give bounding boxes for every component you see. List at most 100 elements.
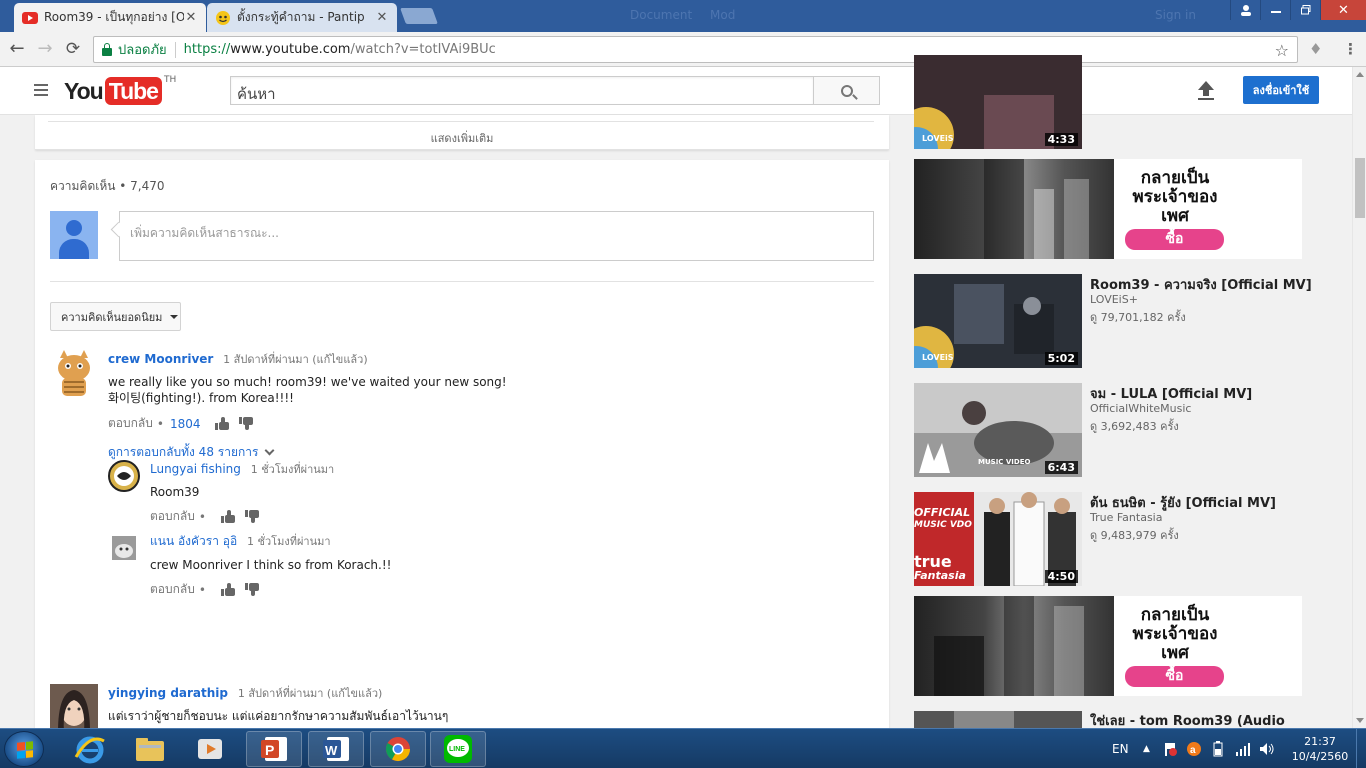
thumbs-up-icon[interactable] [220, 510, 235, 523]
thumbnail-overlay-text: MUSIC VIDEO [978, 458, 1031, 466]
avast-icon[interactable]: a [1186, 729, 1202, 768]
youtube-logo[interactable]: You Tube TH [64, 75, 177, 105]
tab-title: Room39 - เป็นทุกอย่าง [Offi [44, 10, 184, 24]
thumbs-down-icon[interactable] [244, 510, 259, 523]
video-thumbnail[interactable]: LOVEiS 5:02 [914, 274, 1082, 368]
comment-time[interactable]: 1 ชั่วโมงที่ผ่านมา [251, 463, 335, 476]
search-input[interactable]: ค้นหา [230, 76, 814, 105]
reload-icon[interactable]: ⟳ [61, 38, 85, 60]
video-thumbnail[interactable]: LOVEiS 4:33 [914, 55, 1082, 149]
forward-arrow-icon[interactable]: → [33, 38, 57, 60]
sidebar-ad[interactable]: กลายเป็น พระเจ้าของเพศ ซื้อ [914, 159, 1302, 259]
page-scrollbar[interactable] [1352, 67, 1366, 728]
youtube-masthead: You Tube TH ค้นหา ลงชื่อเข้าใช้ [0, 67, 1352, 115]
close-window-icon[interactable]: ✕ [1320, 0, 1366, 20]
url-bar[interactable]: ปลอดภัย https:// www.youtube.com /watch?… [93, 36, 1298, 63]
scroll-up-icon[interactable] [1356, 72, 1364, 77]
internet-explorer-icon[interactable] [62, 731, 118, 767]
menu-kebab-icon[interactable]: ⋮ [1343, 40, 1358, 58]
logo-tube: Tube [104, 77, 162, 105]
comment-author[interactable]: yingying darathip [108, 686, 228, 700]
sort-comments-dropdown[interactable]: ความคิดเห็นยอดนิยม [50, 302, 181, 331]
sign-in-button[interactable]: ลงชื่อเข้าใช้ [1243, 76, 1319, 104]
chrome-icon[interactable] [370, 731, 426, 767]
comment-author[interactable]: แนน อังคัวรา อุอิ [150, 534, 237, 548]
related-videos-sidebar: LOVEiS 4:33 กลายเป็น พระเจ้าของเพศ ซื้อ … [914, 55, 1314, 729]
ad-buy-button[interactable]: ซื้อ [1125, 229, 1224, 250]
reply-button[interactable]: ตอบกลับ [150, 580, 195, 599]
sidebar-ad[interactable]: กลายเป็น พระเจ้าของเพศ ซื้อ [914, 596, 1302, 696]
comment-body: แนน อังคัวรา อุอิ 1 ชั่วโมงที่ผ่านมา cre… [150, 532, 910, 599]
video-title[interactable]: ต้น ธนษิต - รู้ยัง [Official MV] [1090, 492, 1276, 513]
show-more-link[interactable]: แสดงเพิ่มเติม [35, 129, 889, 147]
video-duration: 4:50 [1044, 570, 1078, 583]
video-channel[interactable]: True Fantasia [1090, 511, 1162, 524]
tab-pantip[interactable]: ตั้งกระทู้คำถาม - Pantip ✕ [207, 3, 397, 32]
tray-expand-icon[interactable]: ▲ [1143, 729, 1150, 768]
video-title[interactable]: จม - LULA [Official MV] [1090, 383, 1252, 404]
svg-text:W: W [325, 743, 338, 758]
network-flag-icon[interactable] [1162, 729, 1178, 768]
profile-icon[interactable] [1230, 0, 1260, 20]
ad-headline-line: กลายเป็น [1140, 605, 1210, 625]
minimize-icon[interactable] [1260, 0, 1290, 20]
file-explorer-icon[interactable] [122, 731, 178, 767]
channel-watermark: LOVEiS [922, 353, 954, 362]
signal-icon[interactable] [1235, 729, 1251, 768]
reply-item: แนน อังคัวรา อุอิ 1 ชั่วโมงที่ผ่านมา cre… [108, 532, 868, 597]
avatar[interactable] [108, 460, 140, 492]
video-thumbnail[interactable] [914, 711, 1082, 728]
restore-icon[interactable] [1290, 0, 1320, 20]
avatar[interactable] [112, 536, 136, 560]
reply-button[interactable]: ตอบกลับ [108, 414, 153, 433]
reply-button[interactable]: ตอบกลับ [150, 507, 195, 526]
channel-watermark: LOVEiS [922, 134, 954, 143]
video-thumbnail[interactable]: OFFICIAL MUSIC VDO true Fantasia 4:50 [914, 492, 1082, 586]
search-button[interactable] [813, 76, 880, 105]
new-tab-button[interactable] [400, 8, 438, 24]
video-channel[interactable]: LOVEiS+ [1090, 293, 1138, 306]
line-app-icon[interactable]: LINE [430, 731, 486, 767]
separator-dot: • [198, 582, 206, 597]
thumbs-down-icon[interactable] [239, 417, 254, 430]
comment-text: แต่เราว่าผู้ชายก็ชอบนะ แต่แค่อยากรักษาคว… [108, 709, 449, 723]
volume-icon[interactable] [1259, 729, 1275, 768]
extension-icon[interactable]: ♦ [1309, 40, 1322, 58]
tab-close-icon[interactable]: ✕ [184, 10, 198, 25]
tab-youtube[interactable]: Room39 - เป็นทุกอย่าง [Offi ✕ [14, 3, 206, 32]
start-button[interactable] [4, 731, 44, 767]
bookmark-star-icon[interactable]: ☆ [1275, 41, 1289, 60]
video-channel[interactable]: OfficialWhiteMusic [1090, 402, 1191, 415]
comment-author[interactable]: Lungyai fishing [150, 462, 241, 476]
comment-author[interactable]: crew Moonriver [108, 352, 213, 366]
security-label: ปลอดภัย [118, 43, 167, 58]
thumbs-down-icon[interactable] [244, 583, 259, 596]
video-thumbnail[interactable]: MUSIC VIDEO 6:43 [914, 383, 1082, 477]
tab-close-icon[interactable]: ✕ [375, 10, 389, 25]
comment-input[interactable]: เพิ่มความคิดเห็นสาธารณะ... [119, 211, 874, 261]
scrollbar-thumb[interactable] [1355, 158, 1365, 218]
logo-region: TH [163, 75, 177, 85]
show-desktop-button[interactable] [1356, 729, 1366, 768]
comment-time[interactable]: 1 สัปดาห์ที่ผ่านมา (แก้ไขแล้ว) [223, 353, 367, 366]
back-arrow-icon[interactable]: ← [5, 38, 29, 60]
avatar[interactable] [50, 350, 98, 398]
comment-time[interactable]: 1 สัปดาห์ที่ผ่านมา (แก้ไขแล้ว) [238, 687, 382, 700]
thumbs-up-icon[interactable] [220, 583, 235, 596]
ad-buy-button[interactable]: ซื้อ [1125, 666, 1224, 687]
word-icon[interactable]: W [308, 731, 364, 767]
language-indicator[interactable]: EN [1112, 729, 1129, 768]
comment-thread: yingying darathip 1 สัปดาห์ที่ผ่านมา (แก… [50, 684, 880, 732]
avatar[interactable] [50, 684, 98, 732]
video-title[interactable]: Room39 - ความจริง [Official MV] [1090, 274, 1312, 295]
battery-icon[interactable] [1212, 729, 1224, 768]
powerpoint-icon[interactable]: P [246, 731, 302, 767]
comment-time[interactable]: 1 ชั่วโมงที่ผ่านมา [247, 535, 331, 548]
hamburger-menu-icon[interactable] [34, 84, 48, 96]
media-player-icon[interactable] [182, 731, 238, 767]
thumbs-up-icon[interactable] [215, 417, 230, 430]
upload-icon[interactable] [1197, 81, 1215, 101]
scroll-down-icon[interactable] [1356, 718, 1364, 723]
comment-text: Room39 [150, 485, 200, 499]
system-clock[interactable]: 21:37 10/4/2560 [1290, 734, 1350, 764]
